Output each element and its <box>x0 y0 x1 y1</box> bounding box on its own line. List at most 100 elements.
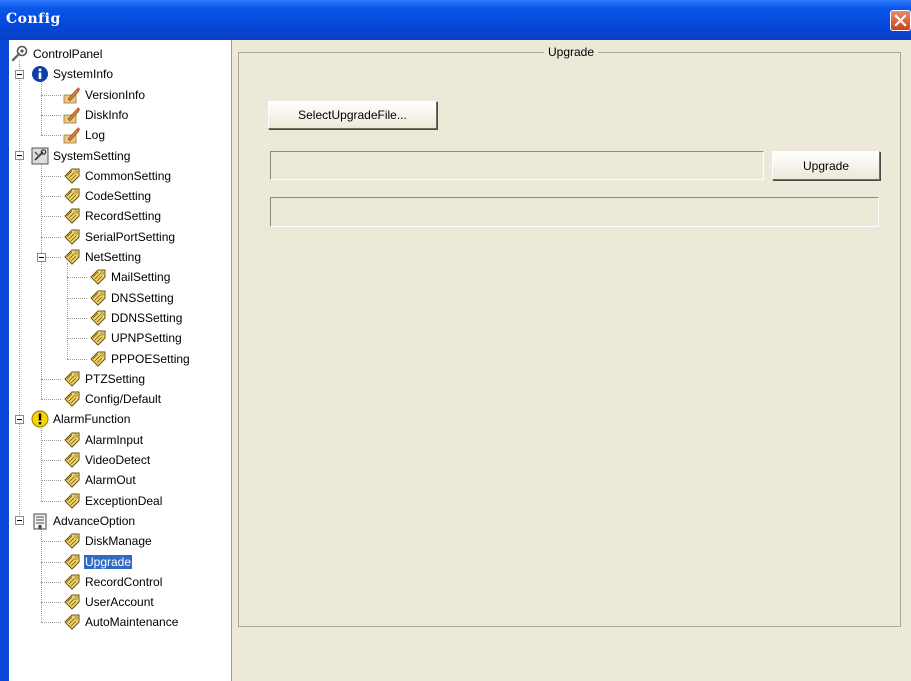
tree-item-automaintenance[interactable]: AutoMaintenance <box>63 612 179 632</box>
tree-item-serialportsetting[interactable]: SerialPortSetting <box>63 227 176 247</box>
tree-connector <box>67 317 87 319</box>
tree-collapse-toggle[interactable] <box>37 252 46 262</box>
tag-icon <box>63 553 81 571</box>
tree-connector <box>67 277 87 279</box>
tree-collapse-toggle[interactable] <box>15 414 24 424</box>
tree-connector <box>41 460 61 461</box>
tree-item-useraccount[interactable]: UserAccount <box>63 592 155 612</box>
tree-item-label: AdvanceOption <box>53 513 136 528</box>
window-title: Config <box>6 11 61 27</box>
tree-item-label: ControlPanel <box>33 47 103 61</box>
upgrade-button[interactable]: Upgrade <box>772 151 880 180</box>
tree-connector <box>41 561 61 563</box>
tree-connector <box>41 236 61 238</box>
tag-icon <box>63 390 81 408</box>
tree-item-config-default[interactable]: Config/Default <box>63 389 162 409</box>
tree-item-label: AlarmInput <box>85 432 144 447</box>
config-tree[interactable]: ControlPanel SystemInfo VersionInfo DiskInf… <box>6 40 232 681</box>
tree-item-commonsetting[interactable]: CommonSetting <box>63 166 172 186</box>
tree-item-alarmout[interactable]: AlarmOut <box>63 470 137 490</box>
tree-collapse-toggle[interactable] <box>15 151 24 160</box>
tree-item-recordsetting[interactable]: RecordSetting <box>63 206 162 226</box>
tree-connector <box>41 216 61 218</box>
tree-item-log[interactable]: Log <box>63 125 106 145</box>
tree-connector <box>41 378 61 380</box>
tree-item-label: AutoMaintenance <box>85 615 179 630</box>
tree-connector <box>41 439 61 441</box>
settings-icon <box>31 147 49 165</box>
close-button[interactable] <box>890 10 911 31</box>
tree-item-upnpsetting[interactable]: UPNPSetting <box>89 328 183 348</box>
tree-item-label: Upgrade <box>84 554 133 569</box>
tree-item-systemsetting[interactable]: SystemSetting <box>31 146 131 166</box>
tree-item-diskmanage[interactable]: DiskManage <box>63 531 153 551</box>
tree-item-systeminfo[interactable]: SystemInfo <box>31 64 114 84</box>
tag-icon <box>89 289 107 307</box>
tag-icon <box>63 207 81 225</box>
tree-item-alarminput[interactable]: AlarmInput <box>63 430 144 450</box>
tree-collapse-toggle[interactable] <box>15 69 24 79</box>
tree-item-ddnssetting[interactable]: DDNSSetting <box>89 308 183 328</box>
tag-icon <box>63 451 81 469</box>
tree-item-label: DDNSSetting <box>111 310 183 325</box>
tree-item-upgrade[interactable]: Upgrade <box>63 552 133 572</box>
tree-item-dnssetting[interactable]: DNSSetting <box>89 288 175 308</box>
tree-item-pppoesetting[interactable]: PPPOESetting <box>89 349 191 369</box>
tree-item-recordcontrol[interactable]: RecordControl <box>63 572 163 592</box>
tag-icon <box>63 370 81 388</box>
config-window: Config ControlPanel SystemInfo VersionInfo… <box>0 0 911 681</box>
tree-item-label: CodeSetting <box>85 189 152 204</box>
upgrade-file-path-field[interactable] <box>270 151 764 180</box>
pencil-icon <box>63 126 81 144</box>
tree-item-label: ExceptionDeal <box>85 493 163 508</box>
tree-connector <box>41 581 61 583</box>
tree-item-versioninfo[interactable]: VersionInfo <box>63 85 146 105</box>
tree-connector <box>41 602 61 604</box>
tree-item-advanceoption[interactable]: AdvanceOption <box>31 511 136 531</box>
tree-item-alarmfunction[interactable]: AlarmFunction <box>31 409 131 429</box>
tag-icon <box>63 187 81 205</box>
title-bar[interactable]: Config <box>0 0 911 40</box>
tree-item-ptzsetting[interactable]: PTZSetting <box>63 369 146 389</box>
tree-item-label: AlarmFunction <box>53 412 131 427</box>
tree-connector <box>41 175 61 177</box>
tree-item-label: PTZSetting <box>85 371 146 386</box>
select-upgrade-file-button[interactable]: SelectUpgradeFile... <box>268 101 437 129</box>
tree-item-label: VideoDetect <box>85 453 151 467</box>
tag-icon <box>63 492 81 510</box>
tree-item-diskinfo[interactable]: DiskInfo <box>63 105 129 125</box>
tree-item-label: DiskInfo <box>85 107 129 122</box>
tree-item-videodetect[interactable]: VideoDetect <box>63 450 151 470</box>
tree-item-label: CommonSetting <box>85 168 172 183</box>
tree-connector <box>67 297 87 299</box>
tag-icon <box>63 431 81 449</box>
tree-item-exceptiondeal[interactable]: ExceptionDeal <box>63 491 163 511</box>
tree-item-label: SystemSetting <box>53 148 131 163</box>
upgrade-progress-bar <box>270 197 879 227</box>
pencil-icon <box>63 106 81 124</box>
tree-item-label: VersionInfo <box>85 87 146 102</box>
upgrade-group: Upgrade <box>238 45 901 627</box>
tag-icon <box>63 532 81 550</box>
tree-item-controlpanel[interactable]: ControlPanel <box>11 44 103 64</box>
tree-connector <box>41 80 42 136</box>
tree-connector <box>67 338 87 340</box>
tree-item-codesetting[interactable]: CodeSetting <box>63 186 152 206</box>
tag-icon <box>63 573 81 591</box>
tree-item-netsetting[interactable]: NetSetting <box>63 247 142 267</box>
tag-icon <box>63 248 81 266</box>
tag-icon <box>63 167 81 185</box>
tree-connector <box>41 541 61 543</box>
tree-item-label: PPPOESetting <box>111 351 190 366</box>
tree-connector <box>41 161 42 400</box>
tree-item-label: RecordSetting <box>85 209 162 224</box>
tree-collapse-toggle[interactable] <box>15 516 24 526</box>
tree-connector <box>41 425 42 501</box>
tag-icon <box>89 309 107 327</box>
tag-icon <box>89 350 107 368</box>
tree-item-mailsetting[interactable]: MailSetting <box>89 267 171 287</box>
tag-icon <box>63 593 81 611</box>
tree-item-label: AlarmOut <box>85 473 136 488</box>
tree-connector <box>41 135 61 137</box>
content-panel: Upgrade SelectUpgradeFile... Upgrade <box>232 40 911 681</box>
